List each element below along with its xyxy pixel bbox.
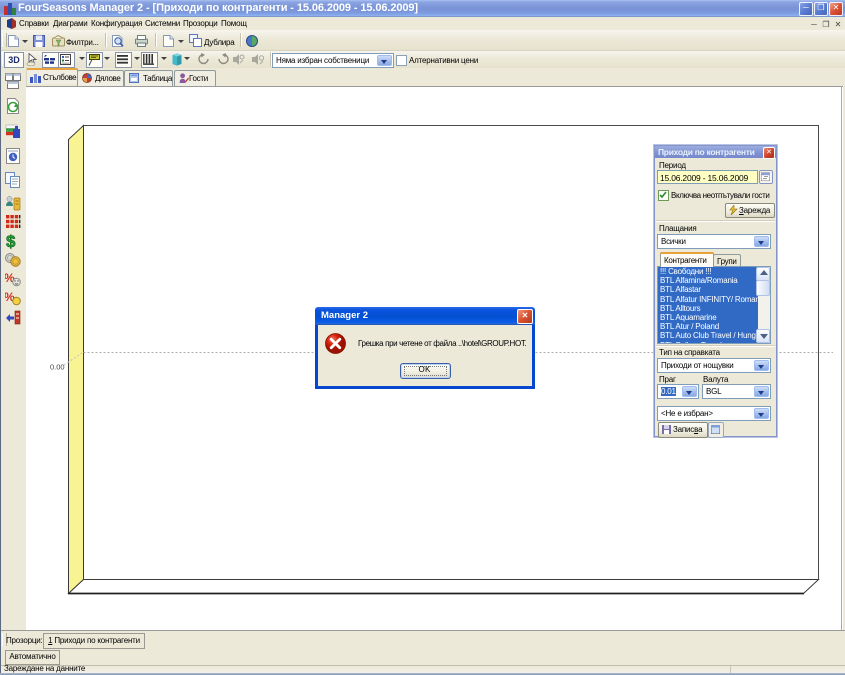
svg-text:$: $: [6, 233, 16, 249]
svg-text:0.00: 0.00: [50, 363, 65, 372]
